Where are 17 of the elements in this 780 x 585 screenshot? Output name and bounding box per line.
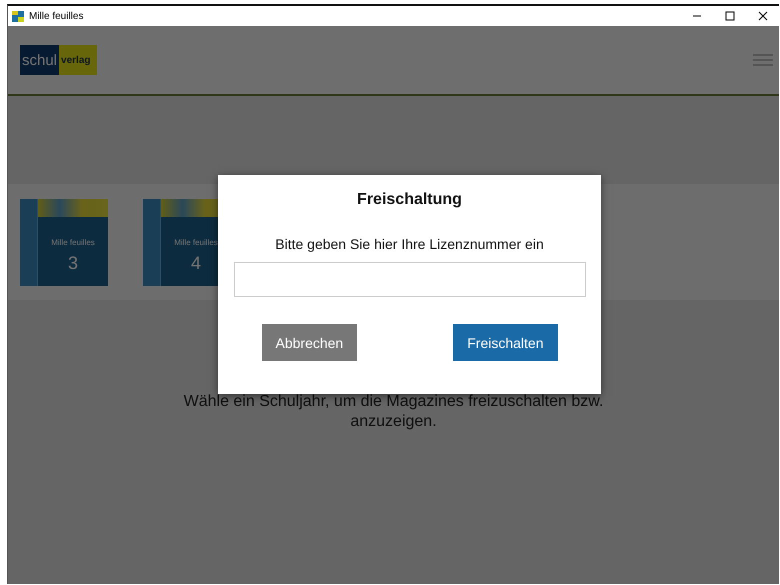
cancel-button[interactable]: Abbrechen (262, 324, 358, 361)
close-icon[interactable] (758, 11, 768, 21)
unlock-button[interactable]: Freischalten (453, 324, 558, 361)
maximize-icon[interactable] (725, 11, 735, 21)
app-icon (12, 10, 24, 22)
info-message: Wähle ein Schuljahr, um die Magazines freizuschalten bzw. anzuzeigen. (182, 392, 604, 432)
dialog-prompt: Bitte geben Sie hier Ihre Lizenznummer ein (275, 236, 544, 252)
license-input[interactable] (234, 262, 586, 297)
dialog-title: Freischaltung (357, 191, 462, 209)
tile-number: 3 (66, 253, 78, 274)
tile-title: Mille feuilles (173, 238, 218, 247)
magazine-tile[interactable]: Mille feuilles 3 (20, 199, 108, 286)
window-title: Mille feuilles (29, 10, 84, 22)
logo-text: verlag (59, 45, 96, 75)
tile-title: Mille feuilles (50, 238, 95, 247)
tile-number: 4 (190, 253, 201, 274)
logo-text: schul (20, 45, 60, 75)
